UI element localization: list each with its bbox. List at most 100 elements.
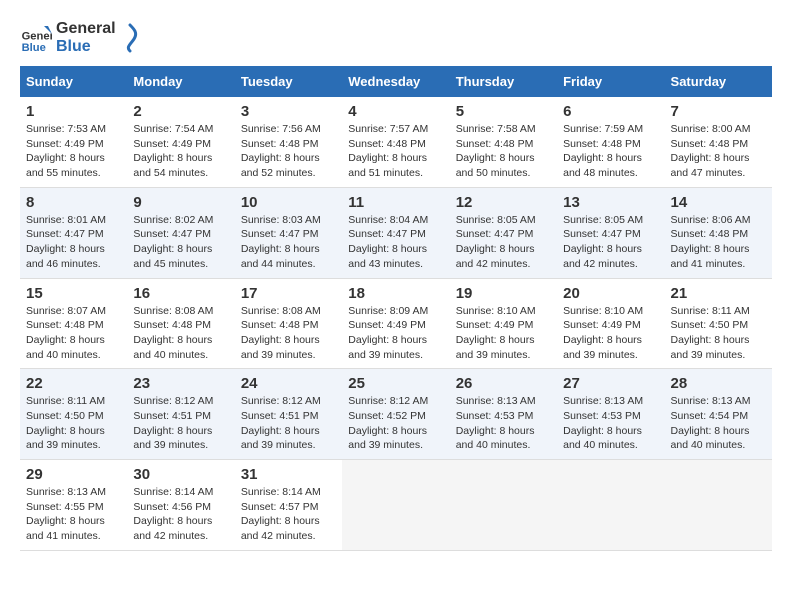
calendar-cell: 22 Sunrise: 8:11 AMSunset: 4:50 PMDayligh… — [20, 369, 127, 460]
calendar-cell: 14Sunrise: 8:06 AMSunset: 4:48 PMDayligh… — [665, 187, 772, 278]
cell-info: Sunrise: 8:10 AMSunset: 4:49 PMDaylight:… — [563, 305, 643, 361]
calendar-table: SundayMondayTuesdayWednesdayThursdayFrid… — [20, 66, 772, 551]
day-number: 21 — [671, 285, 766, 302]
cell-info: Sunrise: 8:00 AMSunset: 4:48 PMDaylight:… — [671, 123, 751, 179]
cell-info: Sunrise: 8:13 AMSunset: 4:54 PMDaylight:… — [671, 395, 751, 451]
week-row-2: 8 Sunrise: 8:01 AMSunset: 4:47 PMDaylight… — [20, 187, 772, 278]
header-row: SundayMondayTuesdayWednesdayThursdayFrid… — [20, 66, 772, 97]
day-number: 20 — [563, 285, 658, 302]
logo-line1: General — [56, 20, 116, 38]
header-saturday: Saturday — [665, 66, 772, 97]
day-number: 3 — [241, 103, 336, 120]
calendar-cell: 21 Sunrise: 8:11 AMSunset: 4:50 PMDayligh… — [665, 278, 772, 369]
calendar-cell — [342, 460, 449, 551]
calendar-cell: 31Sunrise: 8:14 AMSunset: 4:57 PMDayligh… — [235, 460, 342, 551]
day-number: 18 — [348, 285, 443, 302]
day-number: 31 — [241, 466, 336, 483]
cell-info: Sunrise: 8:11 AMSunset: 4:50 PMDaylight:… — [671, 305, 750, 361]
day-number: 8 — [26, 194, 121, 211]
logo-wave-icon — [120, 23, 140, 53]
day-number: 1 — [26, 103, 121, 120]
calendar-cell: 29Sunrise: 8:13 AMSunset: 4:55 PMDayligh… — [20, 460, 127, 551]
header-friday: Friday — [557, 66, 664, 97]
day-number: 22 — [26, 375, 121, 392]
cell-info: Sunrise: 8:13 AMSunset: 4:53 PMDaylight:… — [563, 395, 643, 451]
day-number: 16 — [133, 285, 228, 302]
cell-info: Sunrise: 8:12 AMSunset: 4:52 PMDaylight:… — [348, 395, 428, 451]
calendar-cell — [450, 460, 557, 551]
cell-info: Sunrise: 8:05 AMSunset: 4:47 PMDaylight:… — [563, 214, 643, 270]
day-number: 29 — [26, 466, 121, 483]
calendar-cell: 11 Sunrise: 8:04 AMSunset: 4:47 PMDayligh… — [342, 187, 449, 278]
calendar-cell: 3 Sunrise: 7:56 AMSunset: 4:48 PMDaylight… — [235, 97, 342, 187]
cell-info: Sunrise: 7:59 AMSunset: 4:48 PMDaylight:… — [563, 123, 643, 179]
day-number: 11 — [348, 194, 443, 211]
day-number: 17 — [241, 285, 336, 302]
logo-line2: Blue — [56, 38, 116, 56]
day-number: 12 — [456, 194, 551, 211]
day-number: 19 — [456, 285, 551, 302]
cell-info: Sunrise: 8:04 AMSunset: 4:47 PMDaylight:… — [348, 214, 428, 270]
day-number: 28 — [671, 375, 766, 392]
day-number: 15 — [26, 285, 121, 302]
calendar-cell: 17Sunrise: 8:08 AMSunset: 4:48 PMDayligh… — [235, 278, 342, 369]
cell-info: Sunrise: 8:06 AMSunset: 4:48 PMDaylight:… — [671, 214, 751, 270]
day-number: 6 — [563, 103, 658, 120]
day-number: 13 — [563, 194, 658, 211]
day-number: 30 — [133, 466, 228, 483]
day-number: 4 — [348, 103, 443, 120]
cell-info: Sunrise: 8:01 AMSunset: 4:47 PMDaylight:… — [26, 214, 106, 270]
calendar-cell: 15 Sunrise: 8:07 AMSunset: 4:48 PMDayligh… — [20, 278, 127, 369]
day-number: 26 — [456, 375, 551, 392]
calendar-cell: 27 Sunrise: 8:13 AMSunset: 4:53 PMDayligh… — [557, 369, 664, 460]
calendar-cell: 9 Sunrise: 8:02 AMSunset: 4:47 PMDaylight… — [127, 187, 234, 278]
cell-info: Sunrise: 8:12 AMSunset: 4:51 PMDaylight:… — [133, 395, 213, 451]
cell-info: Sunrise: 7:54 AMSunset: 4:49 PMDaylight:… — [133, 123, 213, 179]
calendar-cell: 23 Sunrise: 8:12 AMSunset: 4:51 PMDayligh… — [127, 369, 234, 460]
calendar-cell: 19Sunrise: 8:10 AMSunset: 4:49 PMDayligh… — [450, 278, 557, 369]
week-row-1: 1Sunrise: 7:53 AMSunset: 4:49 PMDaylight… — [20, 97, 772, 187]
cell-info: Sunrise: 8:07 AMSunset: 4:48 PMDaylight:… — [26, 305, 106, 361]
day-number: 27 — [563, 375, 658, 392]
day-number: 9 — [133, 194, 228, 211]
cell-info: Sunrise: 8:12 AMSunset: 4:51 PMDaylight:… — [241, 395, 321, 451]
calendar-cell: 5Sunrise: 7:58 AMSunset: 4:48 PMDaylight… — [450, 97, 557, 187]
day-number: 24 — [241, 375, 336, 392]
page-header: General Blue General Blue — [20, 20, 772, 56]
cell-info: Sunrise: 8:02 AMSunset: 4:47 PMDaylight:… — [133, 214, 213, 270]
day-number: 10 — [241, 194, 336, 211]
header-tuesday: Tuesday — [235, 66, 342, 97]
header-thursday: Thursday — [450, 66, 557, 97]
calendar-cell: 8 Sunrise: 8:01 AMSunset: 4:47 PMDaylight… — [20, 187, 127, 278]
day-number: 23 — [133, 375, 228, 392]
calendar-cell: 20 Sunrise: 8:10 AMSunset: 4:49 PMDayligh… — [557, 278, 664, 369]
cell-info: Sunrise: 7:58 AMSunset: 4:48 PMDaylight:… — [456, 123, 536, 179]
day-number: 25 — [348, 375, 443, 392]
cell-info: Sunrise: 7:56 AMSunset: 4:48 PMDaylight:… — [241, 123, 321, 179]
cell-info: Sunrise: 8:03 AMSunset: 4:47 PMDaylight:… — [241, 214, 321, 270]
calendar-cell: 28 Sunrise: 8:13 AMSunset: 4:54 PMDayligh… — [665, 369, 772, 460]
calendar-cell: 30Sunrise: 8:14 AMSunset: 4:56 PMDayligh… — [127, 460, 234, 551]
calendar-cell: 2 Sunrise: 7:54 AMSunset: 4:49 PMDaylight… — [127, 97, 234, 187]
cell-info: Sunrise: 8:05 AMSunset: 4:47 PMDaylight:… — [456, 214, 536, 270]
svg-text:General: General — [22, 31, 52, 43]
week-row-4: 22 Sunrise: 8:11 AMSunset: 4:50 PMDayligh… — [20, 369, 772, 460]
calendar-cell — [557, 460, 664, 551]
calendar-cell: 4 Sunrise: 7:57 AMSunset: 4:48 PMDaylight… — [342, 97, 449, 187]
cell-info: Sunrise: 8:11 AMSunset: 4:50 PMDaylight:… — [26, 395, 105, 451]
calendar-cell: 1Sunrise: 7:53 AMSunset: 4:49 PMDaylight… — [20, 97, 127, 187]
calendar-cell: 10 Sunrise: 8:03 AMSunset: 4:47 PMDayligh… — [235, 187, 342, 278]
calendar-cell: 25 Sunrise: 8:12 AMSunset: 4:52 PMDayligh… — [342, 369, 449, 460]
week-row-5: 29Sunrise: 8:13 AMSunset: 4:55 PMDayligh… — [20, 460, 772, 551]
header-sunday: Sunday — [20, 66, 127, 97]
logo: General Blue General Blue — [20, 20, 140, 56]
week-row-3: 15 Sunrise: 8:07 AMSunset: 4:48 PMDayligh… — [20, 278, 772, 369]
calendar-cell: 26 Sunrise: 8:13 AMSunset: 4:53 PMDayligh… — [450, 369, 557, 460]
cell-info: Sunrise: 8:13 AMSunset: 4:53 PMDaylight:… — [456, 395, 536, 451]
svg-text:Blue: Blue — [22, 42, 46, 54]
calendar-cell: 16Sunrise: 8:08 AMSunset: 4:48 PMDayligh… — [127, 278, 234, 369]
day-number: 2 — [133, 103, 228, 120]
header-monday: Monday — [127, 66, 234, 97]
cell-info: Sunrise: 7:57 AMSunset: 4:48 PMDaylight:… — [348, 123, 428, 179]
calendar-cell — [665, 460, 772, 551]
